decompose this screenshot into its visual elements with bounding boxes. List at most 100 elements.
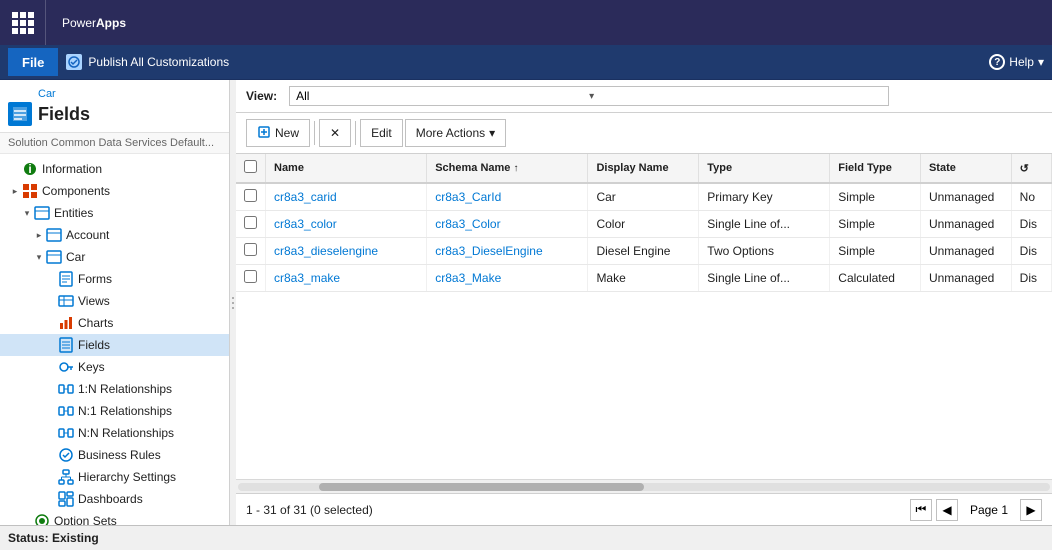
edit-button[interactable]: Edit xyxy=(360,119,403,147)
toggle-icon: ▸ xyxy=(8,184,22,198)
field-name-link[interactable]: cr8a3_dieselengine xyxy=(274,244,378,258)
col-header-display[interactable]: Display Name xyxy=(588,154,699,183)
toggle-icon xyxy=(8,162,22,176)
field-name-link[interactable]: cr8a3_make xyxy=(274,271,340,285)
field-name-link[interactable]: cr8a3_carid xyxy=(274,190,337,204)
toggle-icon: ▾ xyxy=(32,250,46,264)
view-select-arrow: ▾ xyxy=(589,91,882,102)
page-title-area: Fields xyxy=(8,100,221,128)
help-button[interactable]: ? Help ▾ xyxy=(989,54,1044,70)
row-schema[interactable]: cr8a3_Make xyxy=(427,265,588,292)
row-schema[interactable]: cr8a3_DieselEngine xyxy=(427,238,588,265)
row-checkbox-cell[interactable] xyxy=(236,183,266,211)
row-checkbox[interactable] xyxy=(244,189,257,202)
table-row[interactable]: cr8a3_dieselengine cr8a3_DieselEngine Di… xyxy=(236,238,1052,265)
row-checkbox[interactable] xyxy=(244,216,257,229)
more-actions-button[interactable]: More Actions ▾ xyxy=(405,119,506,147)
row-fieldtype: Simple xyxy=(830,211,921,238)
publish-action[interactable]: Publish All Customizations xyxy=(66,54,229,70)
row-name[interactable]: cr8a3_make xyxy=(266,265,427,292)
schema-name-link[interactable]: cr8a3_DieselEngine xyxy=(435,244,542,258)
sidebar-item-nn-relationships[interactable]: N:N Relationships xyxy=(0,422,229,444)
sidebar-item-forms[interactable]: Forms xyxy=(0,268,229,290)
field-name-link[interactable]: cr8a3_color xyxy=(274,217,337,231)
sidebar-item-label: Hierarchy Settings xyxy=(78,470,176,484)
col-header-extra: ↺ xyxy=(1011,154,1051,183)
fields-tree-icon xyxy=(58,337,74,353)
prev-page-button[interactable]: ◀ xyxy=(936,499,958,521)
sidebar-item-account[interactable]: ▸ Account xyxy=(0,224,229,246)
forms-icon xyxy=(58,271,74,287)
sidebar-item-label: N:N Relationships xyxy=(78,426,174,440)
view-select[interactable]: All ▾ xyxy=(289,86,889,106)
select-all-checkbox[interactable] xyxy=(244,160,257,173)
row-name[interactable]: cr8a3_dieselengine xyxy=(266,238,427,265)
waffle-button[interactable] xyxy=(0,0,45,45)
toggle-icon: ▸ xyxy=(32,228,46,242)
col-header-state[interactable]: State xyxy=(920,154,1011,183)
row-checkbox[interactable] xyxy=(244,243,257,256)
pagination-info: 1 - 31 of 31 (0 selected) xyxy=(246,503,373,517)
sidebar-item-1n-relationships[interactable]: 1:N Relationships xyxy=(0,378,229,400)
col-header-fieldtype[interactable]: Field Type xyxy=(830,154,921,183)
sidebar-item-components[interactable]: ▸ Components xyxy=(0,180,229,202)
keys-icon xyxy=(58,359,74,375)
scroll-track[interactable] xyxy=(238,483,1050,491)
row-schema[interactable]: cr8a3_CarId xyxy=(427,183,588,211)
new-icon xyxy=(257,125,271,142)
sidebar-item-business-rules[interactable]: Business Rules xyxy=(0,444,229,466)
sidebar-item-option-sets[interactable]: Option Sets xyxy=(0,510,229,525)
row-state: Unmanaged xyxy=(920,265,1011,292)
row-display: Diesel Engine xyxy=(588,238,699,265)
row-checkbox-cell[interactable] xyxy=(236,265,266,292)
sidebar-item-information[interactable]: i Information xyxy=(0,158,229,180)
toggle-spacer xyxy=(44,382,58,396)
schema-name-link[interactable]: cr8a3_CarId xyxy=(435,190,501,204)
sidebar-item-hierarchy-settings[interactable]: Hierarchy Settings xyxy=(0,466,229,488)
sidebar-item-views[interactable]: Views xyxy=(0,290,229,312)
sidebar-item-label: Fields xyxy=(78,338,110,352)
help-icon: ? xyxy=(989,54,1005,70)
sidebar-item-label: Account xyxy=(66,228,109,242)
row-checkbox[interactable] xyxy=(244,270,257,283)
schema-name-link[interactable]: cr8a3_Color xyxy=(435,217,500,231)
schema-name-link[interactable]: cr8a3_Make xyxy=(435,271,501,285)
information-icon: i xyxy=(22,161,38,177)
row-checkbox-cell[interactable] xyxy=(236,238,266,265)
table-row[interactable]: cr8a3_color cr8a3_Color Color Single Lin… xyxy=(236,211,1052,238)
col-header-name[interactable]: Name xyxy=(266,154,427,183)
toggle-spacer xyxy=(44,404,58,418)
row-name[interactable]: cr8a3_color xyxy=(266,211,427,238)
file-button[interactable]: File xyxy=(8,48,58,76)
row-checkbox-cell[interactable] xyxy=(236,211,266,238)
sidebar-item-fields[interactable]: Fields xyxy=(0,334,229,356)
sidebar-item-keys[interactable]: Keys xyxy=(0,356,229,378)
sidebar-item-charts[interactable]: Charts xyxy=(0,312,229,334)
sidebar-item-n1-relationships[interactable]: N:1 Relationships xyxy=(0,400,229,422)
sidebar-item-entities[interactable]: ▾ Entities xyxy=(0,202,229,224)
col-header-schema[interactable]: Schema Name ↑ xyxy=(427,154,588,183)
next-page-button[interactable]: ▶ xyxy=(1020,499,1042,521)
horizontal-scrollbar[interactable] xyxy=(236,479,1052,493)
delete-button[interactable]: ✕ xyxy=(319,119,351,147)
row-name[interactable]: cr8a3_carid xyxy=(266,183,427,211)
top-bar: PowerApps xyxy=(0,0,1052,45)
scroll-thumb[interactable] xyxy=(319,483,644,491)
table-row[interactable]: cr8a3_make cr8a3_Make Make Single Line o… xyxy=(236,265,1052,292)
col-header-type[interactable]: Type xyxy=(699,154,830,183)
sidebar-item-dashboards[interactable]: Dashboards xyxy=(0,488,229,510)
row-schema[interactable]: cr8a3_Color xyxy=(427,211,588,238)
pagination-bar: 1 - 31 of 31 (0 selected) ⏮ ◀ Page 1 ▶ xyxy=(236,493,1052,525)
svg-text:i: i xyxy=(28,162,31,176)
toggle-spacer xyxy=(44,470,58,484)
row-extra: Dis xyxy=(1011,238,1051,265)
charts-icon xyxy=(58,315,74,331)
new-button[interactable]: New xyxy=(246,119,310,147)
first-page-button[interactable]: ⏮ xyxy=(910,499,932,521)
car-icon xyxy=(46,249,62,265)
table-row[interactable]: cr8a3_carid cr8a3_CarId Car Primary Key … xyxy=(236,183,1052,211)
sidebar-item-car[interactable]: ▾ Car xyxy=(0,246,229,268)
toolbar-separator-2 xyxy=(355,121,356,145)
table-body: cr8a3_carid cr8a3_CarId Car Primary Key … xyxy=(236,183,1052,292)
col-header-check[interactable] xyxy=(236,154,266,183)
